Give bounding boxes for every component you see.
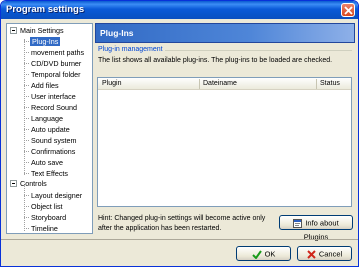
panel-header: Plug-Ins bbox=[95, 23, 355, 43]
tree-group-main-settings[interactable]: Main Settings bbox=[19, 25, 65, 36]
tree-item-add-files[interactable]: Add files bbox=[30, 80, 60, 91]
plugin-list-header: Plugin Dateiname Status bbox=[98, 78, 351, 90]
tree-item-sound-system[interactable]: Sound system bbox=[30, 135, 78, 146]
settings-window: Program settings Main Settings Plug-Ins … bbox=[0, 0, 359, 267]
tree-item-auto-update[interactable]: Auto update bbox=[30, 124, 71, 135]
group-label: Plug-in management bbox=[98, 46, 165, 53]
tree-group-controls[interactable]: Controls bbox=[19, 178, 48, 189]
tree-item-temporal-folder[interactable]: Temporal folder bbox=[30, 69, 82, 80]
panel-title: Plug-Ins bbox=[100, 28, 134, 38]
close-icon bbox=[344, 6, 353, 15]
tree-item-record-sound[interactable]: Record Sound bbox=[30, 102, 78, 113]
panel-description: The list shows all available plug-ins. T… bbox=[98, 57, 333, 64]
expand-controls-icon[interactable] bbox=[10, 180, 17, 187]
close-button[interactable] bbox=[341, 3, 355, 17]
tree-item-timeline[interactable]: Timeline bbox=[30, 223, 59, 233]
tree-item-cd-dvd-burner[interactable]: CD/DVD burner bbox=[30, 58, 82, 69]
info-icon bbox=[293, 218, 303, 228]
restart-hint: Hint: Changed plug-in settings will beco… bbox=[98, 215, 266, 232]
footer-divider bbox=[1, 239, 358, 240]
title-bar[interactable]: Program settings bbox=[1, 1, 358, 19]
cancel-button[interactable]: Cancel bbox=[297, 246, 352, 261]
window-title: Program settings bbox=[6, 4, 85, 15]
tree-item-confirmations[interactable]: Confirmations bbox=[30, 146, 76, 157]
tree-item-object-list[interactable]: Object list bbox=[30, 201, 64, 212]
column-header-plugin[interactable]: Plugin bbox=[102, 80, 121, 87]
tree-item-user-interface[interactable]: User interface bbox=[30, 91, 77, 102]
info-about-plugins-button[interactable]: Info about Plugins bbox=[279, 215, 353, 241]
plugin-list[interactable]: Plugin Dateiname Status bbox=[97, 77, 352, 207]
column-header-filename[interactable]: Dateiname bbox=[203, 80, 237, 87]
expand-main-settings-icon[interactable] bbox=[10, 27, 17, 34]
tree-item-auto-save[interactable]: Auto save bbox=[30, 157, 64, 168]
tree-item-language[interactable]: Language bbox=[30, 113, 64, 124]
cancel-x-icon bbox=[307, 249, 316, 259]
ok-button[interactable]: OK bbox=[236, 246, 291, 261]
tree-item-layout-designer[interactable]: Layout designer bbox=[30, 190, 83, 201]
tree-item-plug-ins[interactable]: Plug-Ins bbox=[30, 36, 61, 47]
tree-group-label: Controls bbox=[20, 179, 47, 188]
settings-tree[interactable]: Main Settings Plug-Ins movement paths CD… bbox=[6, 23, 93, 234]
tree-item-storyboard[interactable]: Storyboard bbox=[30, 212, 67, 223]
column-header-status[interactable]: Status bbox=[320, 80, 340, 87]
tree-item-movement-paths[interactable]: movement paths bbox=[30, 47, 85, 58]
checkmark-icon bbox=[251, 249, 262, 259]
tree-group-label: Main Settings bbox=[20, 26, 64, 35]
group-divider bbox=[154, 50, 352, 51]
